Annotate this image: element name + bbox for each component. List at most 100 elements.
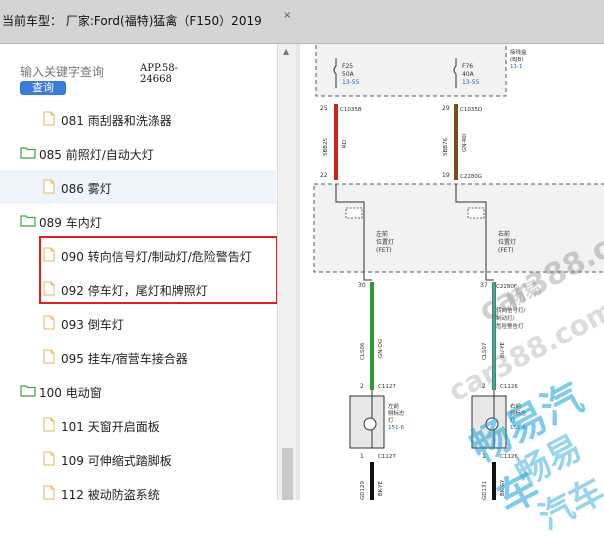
app-id: APP.58- 24668 (140, 63, 178, 85)
tree-item-label: 109 可伸缩式踏脚板 (61, 454, 172, 468)
close-icon[interactable]: × (283, 10, 291, 21)
conn-c1126b: C1126 (500, 454, 518, 460)
app-id-line2: 24668 (140, 74, 172, 85)
lamp-left-2: 侧标志 (388, 409, 405, 417)
pin-1b: 1 (482, 453, 486, 460)
fet-right-3: (FET) (498, 247, 514, 254)
wire-gd129-label: GD129 (360, 481, 366, 500)
document-icon (43, 315, 55, 330)
lamp-right-3: 灯 (510, 416, 516, 424)
right-note-2: 制动灯/ (496, 314, 515, 322)
conn-c2280f: C2280F (496, 284, 517, 290)
fuse-left-rating: 50A (342, 71, 355, 78)
tree-item-095[interactable]: 095 挂车/宿营车接合器 (0, 340, 276, 374)
wiring-diagram-svg: 接线盒 (BJB) 11-1 F25 50A 13-55 F76 40A 13-… (300, 39, 604, 502)
pin-22: 22 (320, 172, 328, 179)
fet-left-2: 位置灯 (376, 238, 394, 246)
fet-left-3: (FET) (376, 247, 392, 254)
conn-c1035d: C1035D (460, 107, 482, 113)
tree-item-label: 081 雨刮器和洗涤器 (61, 114, 172, 128)
lamp-right-ref: 151-6 (510, 425, 526, 431)
fuse-left-ref: 13-55 (342, 79, 360, 86)
lamp-left-3: 灯 (388, 416, 394, 424)
wire-black-gd129 (370, 462, 374, 502)
highlight-box (39, 236, 278, 304)
wire-blye-label: BU-YE (500, 342, 506, 358)
fuse-left-id: F25 (342, 63, 353, 70)
bulb-icon (363, 417, 377, 431)
pin-2a: 2 (360, 383, 364, 390)
wire-green-cls06 (370, 282, 374, 390)
tree-item-label: 101 天窗开启面板 (61, 420, 160, 434)
bjb-ref: 11-1 (510, 64, 522, 70)
vehicle-title: 当前车型： 厂家:Ford(福特)猛禽（F150）2019 (2, 14, 262, 28)
document-icon (43, 349, 55, 364)
right-note-1: 转向信号灯/ (496, 306, 526, 314)
tree-item-label: 093 倒车灯 (61, 318, 124, 332)
pin-2b: 2 (482, 383, 486, 390)
tree-item-label: 089 车内灯 (39, 216, 102, 230)
search-input[interactable] (20, 64, 106, 80)
fet-right-1: 右前 (498, 230, 510, 238)
fuse-right-ref: 13-55 (462, 79, 480, 86)
tree-item-093[interactable]: 093 倒车灯 (0, 306, 276, 340)
fuse-right-id: F76 (462, 63, 473, 70)
folder-icon (20, 147, 36, 159)
pin-37: 37 (480, 282, 488, 289)
document-icon (43, 451, 55, 466)
title-bar: 当前车型： 厂家:Ford(福特)猛禽（F150）2019 × (0, 0, 604, 44)
tree-item-label: 095 挂车/宿营车接合器 (61, 352, 188, 366)
folder-icon (20, 215, 36, 227)
tree-scrollbar[interactable]: ▲ (277, 44, 297, 500)
wire-bkgy-label: BK-GY (500, 479, 506, 496)
wire-gnog-label: GN-OG (378, 339, 384, 358)
wire-cls06-label: CLS06 (360, 342, 366, 360)
tree-item-label: 086 雾灯 (61, 182, 112, 196)
conn-c1127b: C1127 (378, 454, 396, 460)
wire-gd131-label: GD131 (482, 481, 488, 500)
wire-gnrd-label: GN-RD (462, 134, 468, 152)
tree-item-109[interactable]: 109 可伸缩式踏脚板 (0, 442, 276, 476)
bulb-icon (485, 417, 499, 431)
module-box (313, 183, 604, 273)
document-icon (43, 111, 55, 126)
bjb-label-2: (BJB) (510, 57, 523, 63)
wire-rd-label: RD (342, 140, 348, 148)
lamp-left-1: 左前 (388, 402, 400, 410)
tree-item-081[interactable]: 081 雨刮器和洗涤器 (0, 102, 276, 136)
pin-29: 29 (442, 105, 450, 112)
wire-stripe (455, 104, 457, 180)
fuse-right-rating: 40A (462, 71, 475, 78)
scroll-up-icon[interactable]: ▲ (283, 47, 289, 56)
app-id-line1: APP.58- (140, 63, 178, 74)
bjb-label-1: 接线盒 (510, 48, 527, 56)
document-icon (43, 179, 55, 194)
conn-c2280g: C2280G (460, 174, 482, 180)
fet-right-2: 位置灯 (498, 238, 516, 246)
tree-item-086[interactable]: 086 雾灯 (0, 170, 276, 204)
folder-icon (20, 385, 36, 397)
tree-item-label: 085 前照灯/自动大灯 (39, 148, 154, 162)
tree-item-101[interactable]: 101 天窗开启面板 (0, 408, 276, 442)
wire-red-sbb25 (334, 104, 338, 180)
tree-item-112[interactable]: 112 被动防盗系统 (0, 476, 276, 510)
pin-30: 30 (358, 282, 366, 289)
wire-cls07-label: CLS07 (482, 342, 488, 360)
conn-c1035b: C1035B (340, 107, 362, 113)
tree-item-100[interactable]: 100 电动窗 (0, 374, 276, 408)
tree-item-label: 112 被动防盗系统 (61, 488, 160, 502)
search-area: 查询 APP.58- 24668 (0, 44, 276, 102)
lamp-left-ref: 151-6 (388, 425, 404, 431)
wire-black-gd131 (492, 462, 496, 502)
tree-item-089[interactable]: 089 车内灯 (0, 204, 276, 238)
search-button[interactable]: 查询 (20, 81, 66, 95)
right-note-3: 危险警告灯 (496, 322, 524, 330)
document-icon (43, 485, 55, 500)
pin-25: 25 (320, 105, 328, 112)
wire-sbb76-label: SBB76 (443, 137, 449, 156)
scrollbar-thumb[interactable] (282, 448, 293, 500)
wire-stripe (493, 282, 495, 390)
fet-left-1: 左前 (376, 230, 388, 238)
conn-c1127: C1127 (378, 384, 396, 390)
tree-item-085[interactable]: 085 前照灯/自动大灯 (0, 136, 276, 170)
